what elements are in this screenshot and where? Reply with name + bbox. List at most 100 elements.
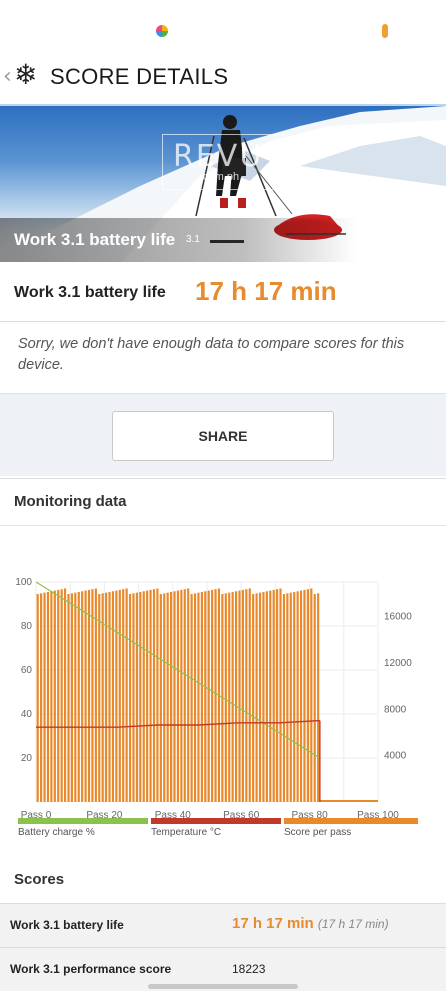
score-bar	[176, 590, 180, 802]
hero-banner: REVU com.ph Work 3.1 battery life 3.1	[0, 104, 446, 262]
score-bar	[115, 590, 118, 802]
y-right-tick-label: 4000	[384, 751, 407, 762]
legend-swatch-score	[284, 818, 418, 824]
score-bar	[224, 593, 227, 802]
score-bar	[228, 592, 231, 802]
score-bar	[50, 591, 53, 802]
score-bar	[101, 593, 104, 802]
score-bar	[139, 591, 142, 802]
score-bar	[296, 591, 299, 802]
legend-label-score: Score per pass	[284, 827, 352, 838]
monitoring-title: Monitoring data	[14, 493, 127, 510]
score-value: 18223	[232, 962, 266, 976]
score-bar	[40, 593, 43, 802]
score-bar	[317, 593, 320, 802]
legend-temperature: Temperature °C	[151, 818, 281, 838]
score-bar	[53, 590, 56, 802]
legend-score: Score per pass	[284, 818, 418, 838]
score-bar	[183, 589, 186, 802]
score-name: Work 3.1 battery life	[10, 918, 124, 932]
score-bar	[169, 591, 173, 802]
y-right-tick-label: 16000	[384, 612, 412, 623]
y-right-tick-label: 8000	[384, 704, 407, 715]
score-bar	[255, 593, 258, 802]
score-bar	[125, 588, 128, 802]
home-indicator[interactable]	[148, 984, 298, 989]
chevron-left-icon[interactable]: ‹	[3, 64, 12, 89]
score-row-battery-life: Work 3.1 battery life 17 h 17 min (17 h …	[0, 903, 446, 947]
divider	[0, 525, 446, 526]
score-bar	[149, 589, 152, 802]
score-name: Work 3.1 performance score	[10, 962, 172, 976]
score-bar	[122, 589, 125, 802]
score-bar	[214, 589, 217, 802]
score-bar	[265, 591, 268, 802]
score-bar	[269, 590, 272, 802]
score-bar	[272, 589, 275, 802]
score-bar	[105, 592, 108, 802]
score-bar	[293, 591, 296, 802]
y-left-tick-label: 60	[21, 665, 33, 676]
hero-version: 3.1	[186, 234, 200, 245]
score-bar	[70, 593, 74, 802]
score-bar	[200, 591, 203, 802]
y-left-tick-label: 80	[21, 621, 33, 632]
legend-label-battery: Battery charge %	[18, 827, 95, 838]
score-bar	[279, 588, 282, 802]
score-value-main: 17 h 17 min	[232, 915, 314, 932]
status-bar	[0, 0, 446, 52]
score-bar	[306, 589, 309, 802]
score-bar	[231, 591, 234, 802]
score-bar	[173, 591, 176, 802]
score-bar	[108, 591, 111, 802]
score-bar	[193, 593, 197, 802]
watermark: REVU com.ph	[162, 134, 284, 190]
monitoring-card: Monitoring data 20 40 60 80 100 4000 8000 12000…	[0, 478, 446, 991]
score-bar	[190, 594, 193, 802]
legend-swatch-temperature	[151, 818, 281, 824]
watermark-text: REVU	[173, 139, 264, 174]
score-bar	[128, 594, 132, 802]
score-bar	[84, 590, 87, 802]
score-bar	[43, 592, 46, 802]
y-left-tick-label: 20	[21, 753, 33, 764]
notice-text: Sorry, we don't have enough data to comp…	[18, 336, 405, 373]
score-bar	[303, 589, 306, 802]
title-bar: ‹ ❄ SCORE DETAILS	[0, 56, 446, 100]
score-bar	[87, 589, 91, 802]
score-bar	[276, 589, 279, 802]
scores-title: Scores	[14, 871, 65, 888]
score-bar	[310, 588, 313, 802]
comparison-notice: Sorry, we don't have enough data to comp…	[0, 322, 446, 394]
score-bar	[238, 590, 241, 802]
score-bar	[159, 594, 162, 802]
score-bar	[187, 588, 190, 802]
score-bar	[77, 591, 80, 802]
score-bar	[211, 589, 214, 802]
score-bar	[248, 588, 251, 802]
score-bar	[156, 588, 159, 802]
score-bar	[245, 589, 248, 802]
result-label: Work 3.1 battery life	[14, 284, 166, 301]
score-bar	[180, 589, 183, 802]
score-bar	[299, 590, 303, 802]
score-bar	[132, 593, 135, 802]
share-area: SHARE	[0, 394, 446, 476]
score-bar	[262, 591, 265, 802]
hero-caption: Work 3.1 battery life	[14, 230, 176, 249]
score-bar	[252, 594, 255, 802]
score-bar	[163, 593, 166, 802]
score-bar	[67, 594, 70, 802]
score-bar	[46, 591, 50, 802]
score-bar	[111, 591, 115, 802]
chart-legend: Battery charge % Temperature °C Score pe…	[18, 818, 428, 842]
score-bar	[94, 588, 97, 802]
score-value: 17 h 17 min (17 h 17 min)	[232, 915, 389, 932]
legend-swatch-battery	[18, 818, 148, 824]
y-left-tick-label: 100	[15, 577, 32, 588]
share-button[interactable]: SHARE	[112, 411, 334, 461]
score-bar	[282, 594, 286, 802]
score-value-sub: (17 h 17 min)	[317, 917, 389, 931]
result-row: Work 3.1 battery life 17 h 17 min	[0, 262, 446, 322]
score-bar	[313, 594, 316, 802]
